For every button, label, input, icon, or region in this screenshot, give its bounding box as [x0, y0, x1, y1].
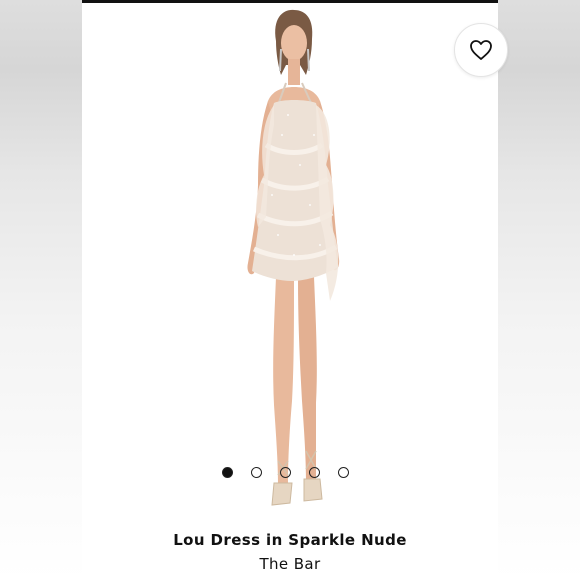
gallery-pagination — [77, 467, 493, 481]
background-blur-right — [498, 0, 580, 580]
brand-name[interactable]: The Bar — [82, 555, 498, 573]
gallery-dot-3[interactable] — [279, 467, 291, 478]
gallery-dot-4[interactable] — [308, 467, 320, 478]
gallery-dot-2[interactable] — [250, 467, 262, 478]
gallery-dot-1[interactable] — [221, 467, 233, 478]
favorite-button[interactable] — [454, 23, 508, 77]
gallery-dot-5[interactable] — [337, 467, 349, 478]
product-name[interactable]: Lou Dress in Sparkle Nude — [82, 531, 498, 549]
product-card: Lou Dress in Sparkle Nude The Bar — [82, 3, 508, 580]
heart-outline-icon — [470, 40, 492, 60]
background-blur-left — [0, 0, 82, 580]
product-image[interactable] — [202, 5, 382, 525]
